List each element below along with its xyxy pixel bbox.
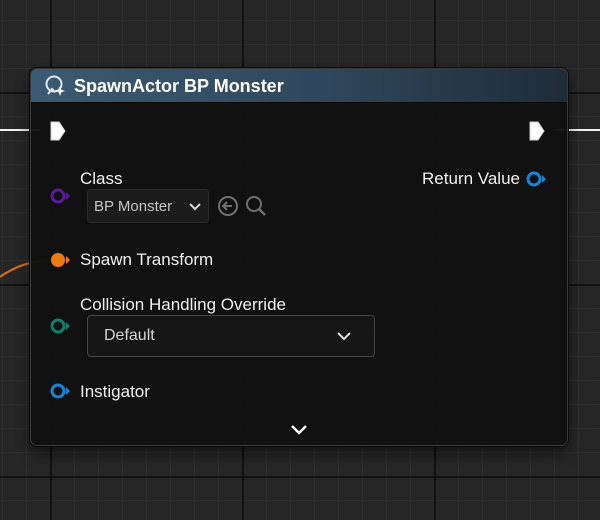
class-picker[interactable]: BP Monster: [87, 189, 209, 223]
spawn-actor-icon: [45, 75, 65, 96]
collision-handling-pin[interactable]: [49, 317, 73, 335]
collision-handling-label: Collision Handling Override: [80, 295, 286, 314]
spawn-actor-node[interactable]: SpawnActor BP Monster Class BP Monster R…: [30, 68, 568, 446]
collision-handling-value: Default: [104, 327, 155, 344]
use-selected-icon[interactable]: [217, 195, 239, 217]
class-pin[interactable]: [49, 187, 73, 205]
chevron-down-icon: [189, 203, 201, 211]
browse-icon[interactable]: [244, 194, 268, 218]
return-value-label: Return Value: [422, 169, 520, 188]
exec-in-pin[interactable]: [49, 120, 67, 142]
spawn-transform-pin[interactable]: [49, 251, 73, 269]
return-value-pin[interactable]: [525, 170, 549, 188]
collision-handling-dropdown[interactable]: Default: [87, 315, 375, 357]
exec-out-pin[interactable]: [528, 120, 546, 142]
class-pin-label: Class: [80, 169, 123, 188]
instigator-label: Instigator: [80, 382, 150, 401]
advanced-toggle-chevron-icon[interactable]: [290, 424, 308, 436]
class-picker-value: BP Monster: [94, 198, 173, 215]
instigator-pin[interactable]: [49, 382, 73, 400]
spawn-transform-label: Spawn Transform: [80, 250, 214, 269]
node-header[interactable]: SpawnActor BP Monster: [31, 69, 567, 103]
node-title: SpawnActor BP Monster: [74, 76, 284, 96]
chevron-down-icon: [337, 332, 351, 341]
